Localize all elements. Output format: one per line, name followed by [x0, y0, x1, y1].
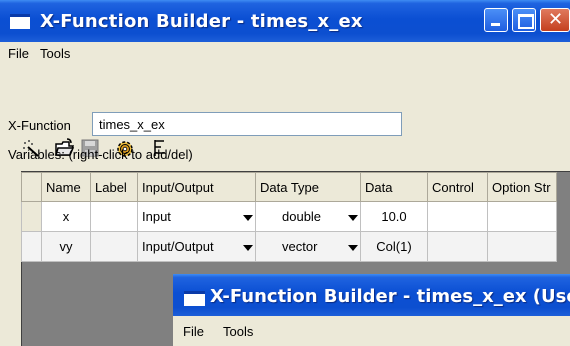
combo-value: vector: [282, 239, 318, 254]
grid-corner[interactable]: [21, 172, 42, 202]
cell-input-output[interactable]: Input: [137, 201, 256, 232]
cell-name[interactable]: x: [41, 201, 91, 232]
close-button[interactable]: ✕: [540, 8, 570, 32]
minimize-button[interactable]: [484, 8, 508, 32]
xfunction-label: X-Function: [8, 118, 71, 133]
col-header-label[interactable]: Label: [90, 172, 138, 202]
maximize-icon: [518, 14, 534, 29]
menu-bar: File Tools: [0, 42, 570, 64]
row-selector[interactable]: [21, 231, 42, 262]
table-row: x Input double 10.0: [21, 201, 557, 232]
cell-control[interactable]: [427, 201, 488, 232]
col-header-data-type[interactable]: Data Type: [255, 172, 361, 202]
col-header-control[interactable]: Control: [427, 172, 488, 202]
x-function-builder-window: X-Function Builder - times_x_ex ✕ File T…: [0, 0, 570, 346]
cell-label[interactable]: [90, 231, 138, 262]
title-bar-user[interactable]: X-Function Builder - times_x_ex (User)*: [173, 274, 570, 316]
xfunction-name-input[interactable]: times_x_ex: [92, 112, 402, 136]
window-icon: [184, 291, 205, 306]
menu-tools[interactable]: Tools: [223, 324, 253, 339]
col-header-name[interactable]: Name: [41, 172, 91, 202]
cell-name[interactable]: vy: [41, 231, 91, 262]
variables-grid: Name Label Input/Output Data Type Data C…: [21, 172, 557, 262]
row-selector[interactable]: [21, 201, 42, 232]
col-header-option-str[interactable]: Option Str: [487, 172, 557, 202]
cell-option-str[interactable]: [487, 231, 557, 262]
table-row: vy Input/Output vector Col(1): [21, 231, 557, 262]
cell-control[interactable]: [427, 231, 488, 262]
grid-header-row: Name Label Input/Output Data Type Data C…: [21, 172, 557, 202]
dropdown-arrow-icon[interactable]: [348, 245, 358, 251]
col-header-data[interactable]: Data: [360, 172, 428, 202]
window-icon: [10, 14, 30, 29]
dropdown-arrow-icon[interactable]: [243, 215, 253, 221]
title-bar[interactable]: X-Function Builder - times_x_ex ✕: [0, 0, 570, 42]
menu-file[interactable]: File: [8, 46, 29, 61]
input-output-combo[interactable]: Input/Output: [142, 239, 253, 254]
cell-data-type[interactable]: double: [255, 201, 361, 232]
cell-data[interactable]: Col(1): [360, 231, 428, 262]
maximize-button[interactable]: [512, 8, 536, 32]
variables-label: Variables: (right-click to add/del): [8, 147, 193, 162]
col-header-input-output[interactable]: Input/Output: [137, 172, 256, 202]
minimize-icon: [491, 23, 500, 26]
cell-input-output[interactable]: Input/Output: [137, 231, 256, 262]
combo-value: Input: [142, 209, 171, 224]
window-title: X-Function Builder - times_x_ex: [40, 11, 363, 32]
data-type-combo[interactable]: double: [260, 209, 358, 224]
dropdown-arrow-icon[interactable]: [243, 245, 253, 251]
close-icon: ✕: [548, 9, 564, 30]
input-output-combo[interactable]: Input: [142, 209, 253, 224]
menu-file[interactable]: File: [183, 324, 204, 339]
combo-value: double: [282, 209, 322, 224]
dropdown-arrow-icon[interactable]: [348, 215, 358, 221]
cell-data[interactable]: 10.0: [360, 201, 428, 232]
window-title-user: X-Function Builder - times_x_ex (User)*: [210, 286, 570, 307]
x-function-builder-user-window: X-Function Builder - times_x_ex (User)* …: [173, 274, 570, 346]
cell-label[interactable]: [90, 201, 138, 232]
toolbar: [0, 64, 570, 157]
menu-bar-user: File Tools: [173, 316, 570, 346]
menu-tools[interactable]: Tools: [40, 46, 70, 61]
data-type-combo[interactable]: vector: [260, 239, 358, 254]
combo-value: Input/Output: [142, 239, 214, 254]
cell-data-type[interactable]: vector: [255, 231, 361, 262]
cell-option-str[interactable]: [487, 201, 557, 232]
